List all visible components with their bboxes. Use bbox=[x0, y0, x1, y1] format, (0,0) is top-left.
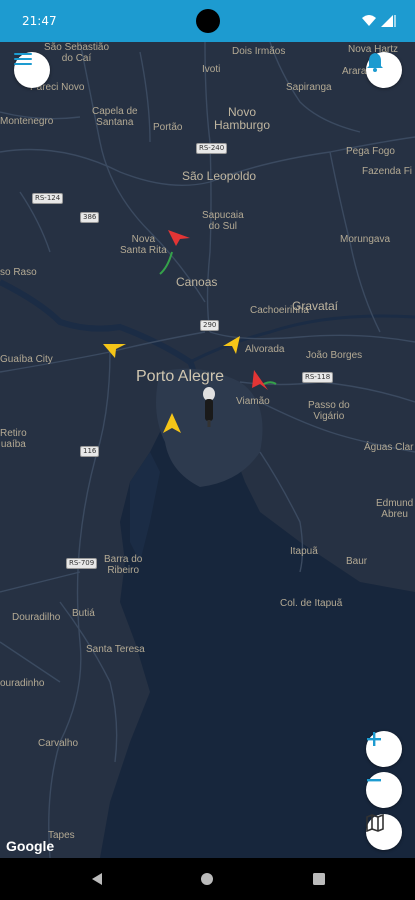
signal-icon bbox=[381, 15, 396, 27]
place-label: Douradilho bbox=[12, 612, 61, 623]
status-icons bbox=[361, 13, 401, 29]
place-label: Retiro uaíba bbox=[0, 428, 27, 450]
minus-icon bbox=[367, 779, 381, 782]
vehicle-marker-red bbox=[252, 370, 268, 390]
map-type-button[interactable] bbox=[366, 814, 402, 850]
place-label: Canoas bbox=[176, 275, 218, 289]
back-icon bbox=[92, 873, 102, 885]
place-label: Butiá bbox=[72, 608, 95, 619]
place-label: São Leopoldo bbox=[182, 169, 257, 183]
place-label: Fazenda Fi bbox=[362, 166, 413, 177]
place-label: Sapucaia do Sul bbox=[202, 210, 244, 232]
place-label: Alvorada bbox=[245, 344, 285, 355]
place-label: Águas Clar bbox=[364, 442, 414, 453]
place-label: Viamão bbox=[236, 396, 270, 407]
place-label: Portão bbox=[153, 122, 183, 133]
road-shield: 116 bbox=[80, 446, 100, 457]
home-button[interactable] bbox=[198, 870, 216, 888]
recents-button[interactable] bbox=[310, 870, 328, 888]
recents-icon bbox=[313, 873, 325, 885]
road-shield: RS-118 bbox=[302, 372, 334, 383]
menu-button[interactable] bbox=[14, 52, 50, 88]
place-label: João Borges bbox=[306, 350, 363, 361]
place-label: Morungava bbox=[340, 234, 391, 245]
map-canvas bbox=[0, 42, 415, 858]
place-label: Col. de Itapuã bbox=[280, 598, 343, 609]
place-label: Pega Fogo bbox=[346, 146, 395, 157]
road-shield: 386 bbox=[80, 212, 100, 223]
vehicle-marker-yellow bbox=[163, 413, 181, 433]
road-shield: RS-124 bbox=[32, 193, 64, 204]
road-shield: RS-709 bbox=[66, 558, 98, 569]
place-label: Montenegro bbox=[0, 116, 54, 127]
status-bar: 21:47 bbox=[0, 0, 415, 42]
place-label: so Raso bbox=[0, 267, 37, 278]
place-label: Nova Santa Rita bbox=[120, 234, 167, 256]
road-shield: RS-240 bbox=[196, 143, 228, 154]
road-shield: 290 bbox=[200, 320, 220, 331]
place-label: Edmund Abreu bbox=[376, 498, 414, 520]
place-label: Arara bbox=[342, 66, 367, 77]
map-view[interactable]: São Sebastião do Caí Dois Irmãos Nova Har… bbox=[0, 42, 415, 858]
vehicle-marker-yellow bbox=[103, 344, 126, 358]
place-label-major: Porto Alegre bbox=[136, 368, 225, 385]
bell-icon bbox=[367, 53, 383, 72]
menu-icon bbox=[14, 53, 32, 65]
map-icon bbox=[366, 814, 384, 832]
plus-icon bbox=[367, 732, 381, 746]
google-attribution: Google bbox=[6, 838, 55, 854]
place-label: ouradinho bbox=[0, 678, 45, 689]
place-label: Carvalho bbox=[38, 738, 79, 749]
home-icon bbox=[201, 873, 213, 885]
place-label: Passo do Vigário bbox=[308, 400, 350, 422]
vehicle-marker-red bbox=[168, 230, 190, 246]
place-label: Sapiranga bbox=[286, 82, 332, 93]
navigation-bar bbox=[0, 858, 415, 900]
camera-cutout bbox=[196, 9, 220, 33]
motorcycle-marker bbox=[203, 387, 215, 427]
notifications-button[interactable] bbox=[366, 52, 402, 88]
back-button[interactable] bbox=[88, 870, 106, 888]
place-label: Guaíba City bbox=[0, 354, 53, 365]
vehicle-marker-yellow bbox=[223, 336, 240, 354]
wifi-icon bbox=[362, 15, 376, 26]
place-label: Ivoti bbox=[202, 64, 221, 75]
place-label: Itapuã bbox=[290, 546, 318, 557]
place-label: Capela de Santana bbox=[92, 106, 138, 128]
zoom-out-button[interactable] bbox=[366, 772, 402, 808]
place-label: Santa Teresa bbox=[86, 644, 145, 655]
place-label: Dois Irmãos bbox=[232, 46, 286, 57]
place-label: São Sebastião do Caí bbox=[44, 42, 110, 64]
status-time: 21:47 bbox=[22, 14, 57, 28]
place-label: Barra do Ribeiro bbox=[104, 554, 143, 576]
place-label: Novo Hamburgo bbox=[214, 105, 271, 132]
place-label: Baur bbox=[346, 556, 368, 567]
place-label: Gravataí bbox=[292, 299, 339, 313]
zoom-in-button[interactable] bbox=[366, 731, 402, 767]
